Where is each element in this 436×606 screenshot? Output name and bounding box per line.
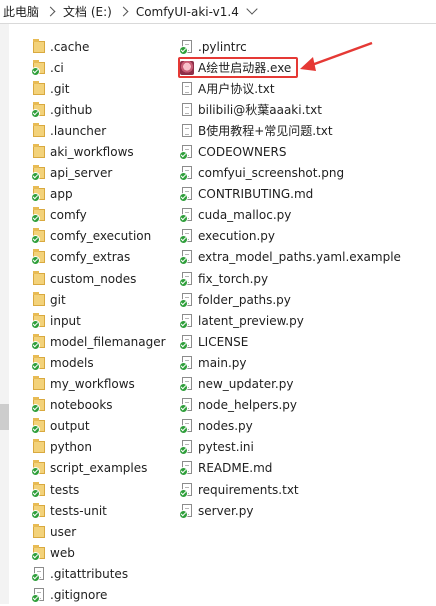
annotation-arrow-icon — [300, 41, 373, 71]
